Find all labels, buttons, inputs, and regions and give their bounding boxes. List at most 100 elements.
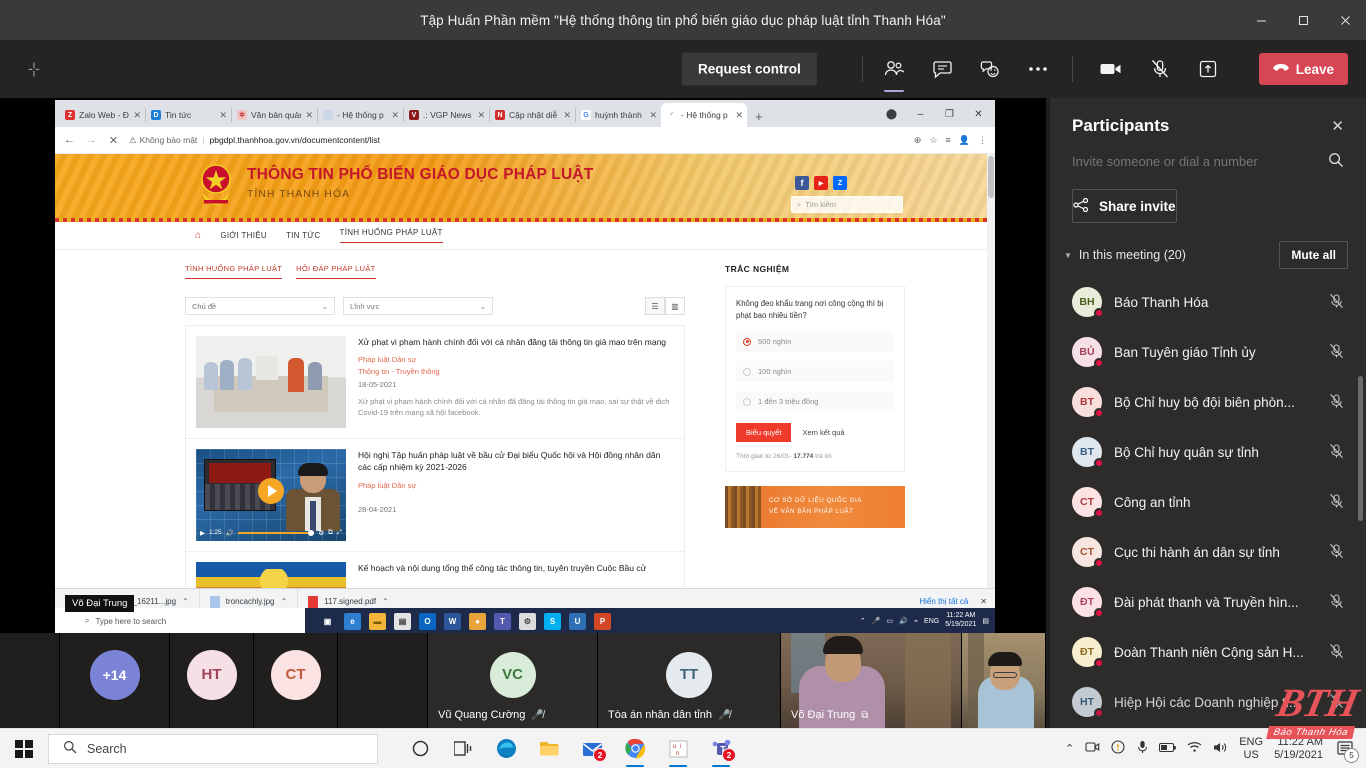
mic-icon[interactable] [1137,740,1148,757]
youtube-icon[interactable]: ▶ [814,176,828,190]
video-controls[interactable]: ▶ 1:25 🔊 ⚙ ⧉ ⤢ [196,524,346,541]
popout-icon[interactable]: ⧉ [328,529,333,537]
mic-muted-icon[interactable] [1141,52,1179,86]
subtab-hoi-dap-phap-luat[interactable]: HỎI ĐÁP PHÁP LUẬT [296,264,376,279]
page-scrollbar[interactable] [987,154,995,588]
radio-icon[interactable] [743,367,751,376]
edge-icon[interactable] [486,729,526,768]
browser-tab[interactable]: G huỳnh thành ✕ [575,103,662,127]
powerpoint-icon[interactable]: P [594,612,611,630]
tab-close-icon[interactable]: ✕ [477,110,485,121]
minimize-icon[interactable] [1240,0,1282,40]
tab-close-icon[interactable]: ✕ [391,110,399,121]
wifi-icon[interactable]: ⌁ [914,617,918,625]
article-title[interactable]: Hội nghị Tập huấn pháp luật về bầu cử Đạ… [358,449,674,474]
participant-row[interactable]: CT Cục thi hành án dân sự tỉnh [1050,527,1366,577]
battery-icon[interactable] [1159,742,1177,756]
browser-tab-active[interactable]: ◜ - Hệ thống p ✕ [661,103,747,127]
chat-icon[interactable] [923,52,961,86]
participant-row[interactable]: CT Công an tỉnh [1050,477,1366,527]
volume-icon[interactable]: 🔊 [899,617,908,625]
list-view-icon[interactable]: ☰ [645,297,665,315]
mic-muted-icon[interactable] [1329,593,1344,612]
more-options-icon[interactable] [1019,52,1057,86]
reading-list-icon[interactable]: ≡ [946,135,951,145]
word-icon[interactable]: W [444,612,461,630]
teams-icon[interactable]: T 2 [701,729,741,768]
select-chu-de[interactable]: Chủ đề ⌄ [185,297,335,315]
participant-row[interactable]: BT Bộ Chỉ huy quân sự tỉnh [1050,427,1366,477]
volume-icon[interactable]: 🔊 [226,529,234,537]
unikey-icon[interactable]: U [569,612,586,630]
settings-gear-icon[interactable]: ⚙ [318,529,324,537]
tab-close-icon[interactable]: ✕ [133,110,141,121]
browser-minimize-icon[interactable]: – [906,103,935,125]
leave-button[interactable]: Leave [1258,53,1348,85]
mic-icon[interactable]: 🎤 [872,617,881,625]
meeting-section-label-group[interactable]: ▼ In this meeting (20) [1064,248,1186,262]
store-icon[interactable]: ▤ [394,612,411,630]
edge-icon[interactable]: e [344,612,361,630]
poll-option[interactable]: 1 đến 3 triệu đồng [736,391,894,413]
home-icon[interactable]: ⌂ [195,230,201,241]
article-item[interactable]: Xử phạt vi phạm hành chính đối với cá nh… [186,326,684,439]
taskbar-search-box[interactable]: Search [48,733,378,764]
share-tray-icon[interactable] [1189,52,1227,86]
participant-row[interactable]: BH Báo Thanh Hóa [1050,277,1366,327]
file-explorer-icon[interactable]: ▬ [369,612,386,630]
chevron-up-icon[interactable]: ⌃ [382,597,389,606]
filmstrip-tile-vu-quang-cuong[interactable]: VC Vũ Quang Cường 🎤̸ [428,633,598,728]
select-linh-vuc[interactable]: Lĩnh vực ⌄ [343,297,493,315]
nav-item-tinh-huong-phap-luat[interactable]: TÌNH HUỐNG PHÁP LUẬT [339,228,443,243]
warning-icon[interactable] [1111,740,1126,757]
tab-close-icon[interactable]: ✕ [735,110,743,121]
nav-item-gioi-thieu[interactable]: GIỚI THIỆU [220,231,267,240]
browser-tab[interactable]: Z Zalo Web - Đ ✕ [59,103,146,127]
camera-icon[interactable] [1092,52,1130,86]
fullscreen-icon[interactable]: ⤢ [337,529,342,537]
filmstrip-tile[interactable]: CT [254,633,338,728]
participant-row[interactable]: BỦ Ban Tuyên giáo Tỉnh ủy [1050,327,1366,377]
view-results-link[interactable]: Xem kết quả [802,428,844,437]
radio-icon[interactable] [743,397,751,406]
back-arrow-icon[interactable]: ← [63,134,76,146]
volume-slider[interactable] [237,529,315,536]
subtab-tinh-huong-phap-luat[interactable]: TÌNH HUỐNG PHÁP LUẬT [185,264,283,279]
chevron-up-icon[interactable]: ⌃ [860,617,866,625]
mail-icon[interactable]: 2 [572,729,612,768]
close-icon[interactable]: ✕ [1331,117,1344,135]
wifi-icon[interactable] [1187,741,1202,756]
zoom-icon[interactable]: ⊕ [914,135,922,146]
camera-icon[interactable] [1085,741,1100,756]
browser-profile-icon[interactable]: ⬤ [877,103,906,125]
tab-close-icon[interactable]: ✕ [219,110,227,121]
people-icon[interactable] [875,52,913,92]
bookmark-star-icon[interactable]: ☆ [929,135,937,146]
poll-option[interactable]: 100 nghìn [736,361,894,383]
article-video-thumbnail[interactable]: ▶ 1:25 🔊 ⚙ ⧉ ⤢ [196,449,346,541]
cortana-icon[interactable] [400,729,440,768]
mute-all-button[interactable]: Mute all [1279,241,1348,269]
address-bar[interactable]: ⚠ Không bảo mật | pbgdpl.thanhhoa.gov.vn… [129,135,905,146]
reactions-icon[interactable] [971,52,1009,86]
restore-icon[interactable] [1282,0,1324,40]
radio-selected-icon[interactable] [743,337,751,346]
chevron-up-icon[interactable]: ⌃ [281,597,288,606]
facebook-icon[interactable]: f [795,176,809,190]
participant-row[interactable]: ĐT Đài phát thanh và Truyền hìn... [1050,577,1366,627]
show-hidden-icons-icon[interactable]: ⌃ [1065,742,1074,755]
mic-muted-icon[interactable] [1329,393,1344,412]
shared-screen-content[interactable]: Z Zalo Web - Đ ✕ D Tin tức ✕ ✲ Văn bản q… [55,100,995,634]
article-item[interactable]: Kế hoạch và nội dung tổng thể công tác t… [186,552,684,588]
request-control-button[interactable]: Request control [682,52,817,86]
browser-tab[interactable]: ✲ Văn bản quản ✕ [231,103,318,127]
task-view-icon[interactable] [443,729,483,768]
close-icon[interactable]: ✕ [980,597,987,606]
vote-button[interactable]: Biểu quyết [736,423,792,443]
mic-muted-icon[interactable] [1329,443,1344,462]
volume-icon[interactable] [1213,741,1228,757]
invite-input[interactable] [1072,154,1328,169]
drag-handle-icon[interactable]: -¦- [28,61,40,78]
tab-close-icon[interactable]: ✕ [305,110,313,121]
task-view-icon[interactable]: ▣ [319,613,336,630]
